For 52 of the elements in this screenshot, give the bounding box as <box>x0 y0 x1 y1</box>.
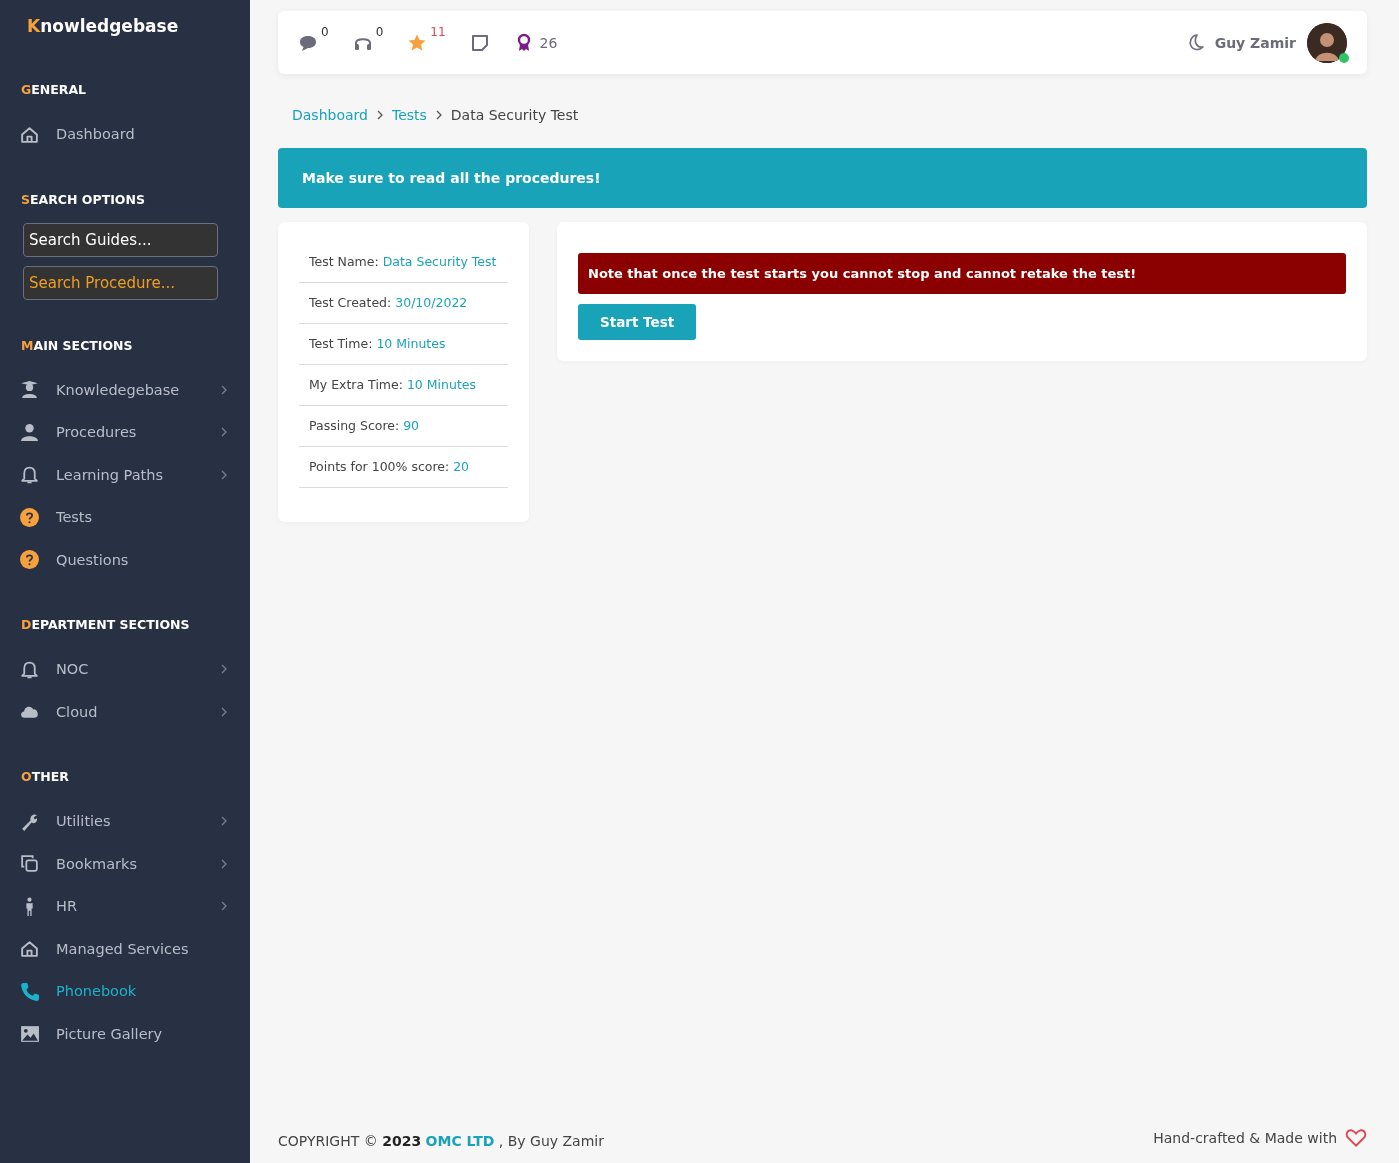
sidebar-item[interactable]: Picture Gallery <box>0 1012 250 1055</box>
sidebar-item[interactable]: Cloud <box>0 690 250 733</box>
section-heading: SEARCH OPTIONS <box>21 191 145 207</box>
sidebar-item[interactable]: Tests <box>0 496 250 539</box>
person-icon <box>19 421 40 443</box>
sidebar-item[interactable]: Managed Services <box>0 927 250 970</box>
detail-text: Test Name: Data Security Test <box>299 242 508 283</box>
detail-text: My Extra Time: 10 Minutes <box>299 365 508 406</box>
sidebar-item[interactable]: Dashboard <box>0 113 250 156</box>
copyright-text: COPYRIGHT © 2023 OMC LTD , By Guy Zamir <box>278 1133 604 1149</box>
chevron-icon <box>375 110 384 120</box>
sidebar-item[interactable]: NOC <box>0 648 250 691</box>
user-name[interactable]: Guy Zamir <box>1214 34 1296 51</box>
graduate-icon <box>19 379 40 401</box>
sidebar-item[interactable]: Questions <box>0 538 250 581</box>
sidebar-item[interactable]: Learning Paths <box>0 453 250 496</box>
house-icon <box>19 938 40 960</box>
detail-text: Passing Score: 90 <box>299 406 508 447</box>
question-icon <box>19 549 40 571</box>
sidebar-item[interactable]: Phonebook <box>0 970 250 1013</box>
section-heading: GENERAL <box>21 82 87 97</box>
warning-banner: Note that once the test starts you cannot stop and cannot retake the test! <box>578 253 1346 294</box>
section-heading: MAIN SECTIONS <box>21 337 133 353</box>
detail-text: Test Time: 10 Minutes <box>299 324 508 365</box>
heart-icon <box>1345 1127 1367 1149</box>
count-label: 0 <box>375 24 384 39</box>
detail-text: Test Created: 30/10/2022 <box>299 283 508 324</box>
detail-text: Points for 100% score: 20 <box>299 447 508 488</box>
sidebar-item[interactable]: Bookmarks <box>0 842 250 885</box>
search-field[interactable]: Search Guides... <box>23 222 218 257</box>
image-icon <box>19 1023 40 1045</box>
count-label: 0 <box>321 24 329 39</box>
section-heading: OTHER <box>21 769 69 784</box>
avatar[interactable] <box>1307 22 1347 63</box>
breadcrumb-current: Data Security Test <box>450 107 579 123</box>
note-icon <box>469 32 490 53</box>
info-banner: Make sure to read all the procedures! <box>278 148 1367 208</box>
sidebar-item[interactable]: HR <box>0 885 250 928</box>
sidebar-item[interactable]: Knowledegebase <box>0 368 250 411</box>
search-field[interactable]: Search Procedure... <box>23 265 218 300</box>
credit-text: Hand-crafted & Made with <box>1153 1130 1337 1146</box>
phone-icon <box>19 980 40 1002</box>
sidebar-item[interactable]: Utilities <box>0 800 250 843</box>
count-label: 26 <box>539 34 558 51</box>
sidebar-item[interactable]: Procedures <box>0 411 250 454</box>
section-heading: DEPARTMENT SECTIONS <box>21 617 190 632</box>
copy-icon <box>19 853 40 875</box>
bell-icon <box>19 464 40 486</box>
count-label: 11 <box>430 24 446 39</box>
chevron-icon <box>434 110 443 120</box>
brand-logo[interactable]: Knowledgebase <box>27 16 179 36</box>
question-icon <box>19 506 40 528</box>
